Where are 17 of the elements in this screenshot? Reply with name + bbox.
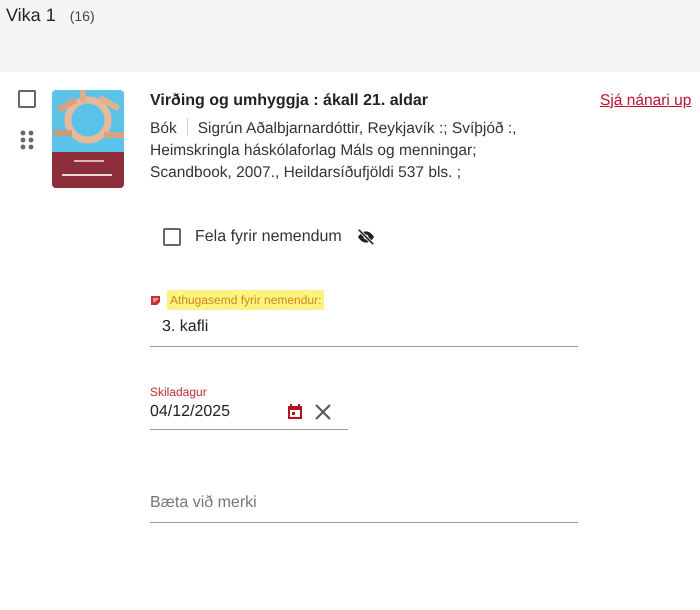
drag-handle-icon[interactable] <box>20 130 34 150</box>
select-checkbox[interactable] <box>18 90 36 108</box>
eye-off-icon <box>356 229 376 245</box>
clear-icon[interactable] <box>314 403 332 421</box>
hide-label: Fela fyrir nemendum <box>195 228 342 246</box>
section-title: Vika 1 <box>6 5 56 26</box>
book-details: Bók Sigrún Aðalbjarnardóttir, Reykjavík :; Svíþjóð :, Heimskringla háskólaforlag Máls og menningar; Scandbook, 2007., Heildarsíðufjöldi 537 bls. ; <box>150 118 518 183</box>
note-label: Athugasemd fyrir nemendur: <box>167 290 324 310</box>
details-link[interactable]: Sjá nánari up <box>600 92 692 523</box>
note-input-field[interactable]: 3. kafli <box>150 310 578 347</box>
item-count: (16) <box>70 8 95 24</box>
due-date-label: Skiladagur <box>150 385 208 399</box>
note-icon <box>150 294 161 306</box>
hide-checkbox[interactable] <box>163 228 181 246</box>
calendar-icon[interactable] <box>286 403 304 421</box>
tag-input-field[interactable]: Bæta við merki <box>150 486 578 523</box>
book-title: Virðing og umhyggja : ákall 21. aldar <box>150 92 429 110</box>
